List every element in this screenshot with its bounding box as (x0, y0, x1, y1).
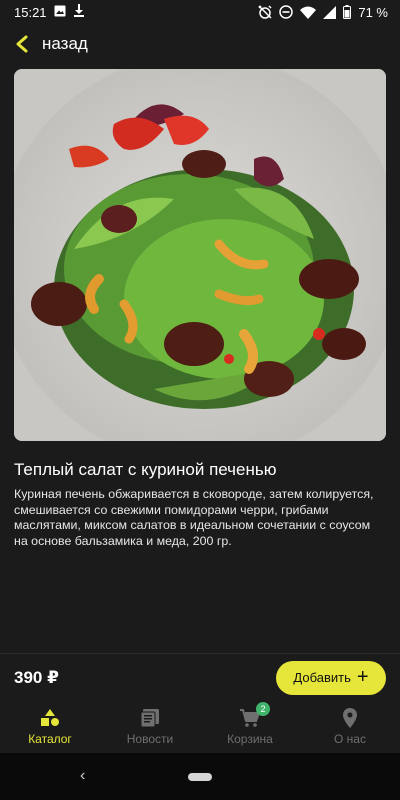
status-time: 15:21 (14, 4, 47, 20)
dish-photo (14, 69, 386, 441)
dnd-icon (279, 5, 294, 19)
tab-news[interactable]: Новости (100, 701, 200, 753)
plus-icon: + (356, 665, 369, 688)
system-back-icon[interactable]: ‹ (80, 767, 85, 785)
wifi-icon (300, 6, 317, 19)
top-nav: назад (0, 24, 400, 64)
tab-about-label: О нас (334, 732, 366, 746)
battery-icon (343, 5, 352, 19)
tab-cart[interactable]: 2 Корзина (200, 701, 300, 753)
tab-catalog-label: Каталог (28, 732, 72, 746)
system-navigation-bar: ‹ (0, 753, 400, 800)
image-notification-icon (54, 5, 66, 20)
cart-icon: 2 (239, 702, 270, 728)
catalog-shapes-icon (39, 708, 61, 728)
battery-percent: 71 % (358, 4, 388, 20)
cell-signal-icon (323, 5, 337, 19)
order-bar: 390 ₽ Добавить + (0, 653, 400, 701)
add-to-cart-button[interactable]: Добавить + (276, 660, 386, 695)
alarm-off-icon (258, 5, 272, 19)
product-description: Куриная печень обжаривается в сковороде,… (14, 487, 374, 548)
product-title: Теплый салат с куриной печенью (14, 460, 277, 479)
back-chevron-icon[interactable] (10, 32, 34, 56)
tab-cart-label: Корзина (227, 732, 273, 746)
bottom-tab-bar: Каталог Новости 2 Корзина О нас (0, 701, 400, 753)
status-left: 15:21 (14, 4, 85, 20)
news-icon (139, 708, 161, 728)
location-pin-icon (339, 708, 361, 728)
download-notification-icon (73, 4, 85, 20)
tab-catalog[interactable]: Каталог (0, 701, 100, 753)
tab-about[interactable]: О нас (300, 701, 400, 753)
back-link[interactable]: назад (42, 34, 88, 54)
add-to-cart-label: Добавить (293, 670, 351, 685)
cart-count-badge: 2 (256, 702, 270, 716)
home-pill[interactable] (188, 772, 212, 781)
product-price: 390 ₽ (14, 667, 59, 687)
status-bar: 15:21 71 % (0, 0, 400, 24)
status-right: 71 % (258, 5, 388, 20)
tab-news-label: Новости (126, 732, 174, 746)
